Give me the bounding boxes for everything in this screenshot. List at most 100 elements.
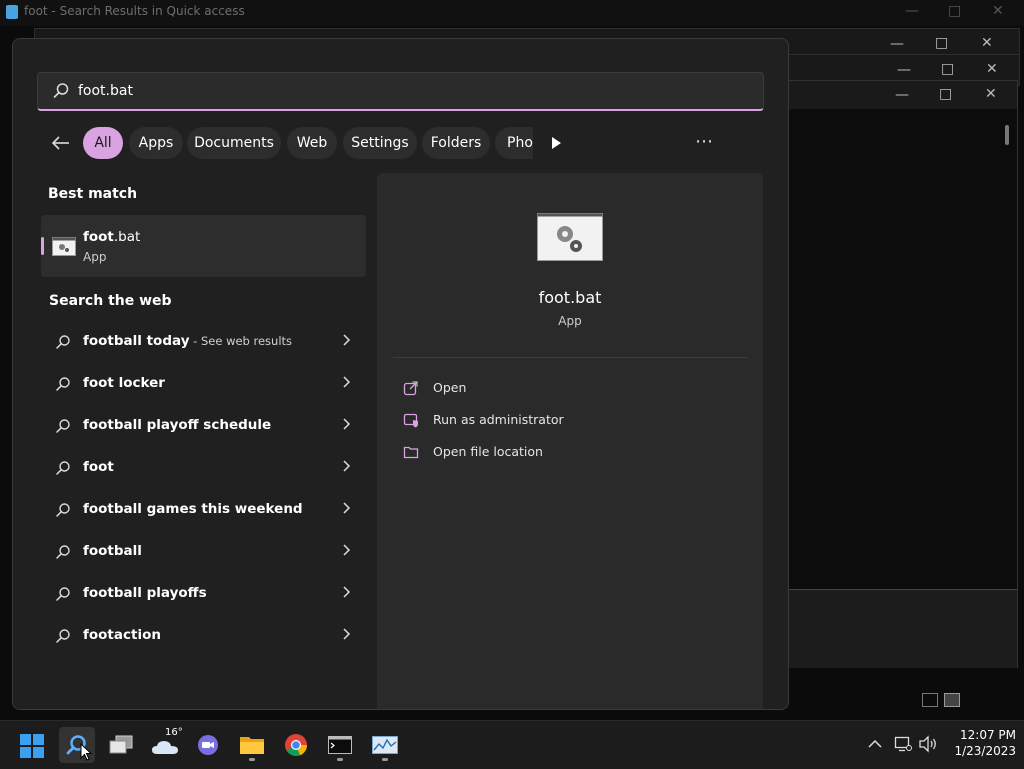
- web-suggestion-label: footaction: [83, 627, 161, 643]
- volume-icon[interactable]: [918, 735, 938, 753]
- terminal-button[interactable]: [322, 727, 358, 763]
- web-suggestion-item[interactable]: football playoffs: [41, 574, 361, 614]
- web-suggestion-item[interactable]: football playoff schedule: [41, 406, 361, 446]
- detail-name: foot.bat: [538, 288, 602, 307]
- minimize-icon[interactable]: —: [895, 88, 909, 102]
- web-suggestion-label: football playoff schedule: [83, 417, 272, 433]
- windows-logo-icon: [20, 734, 44, 758]
- folder-icon: [240, 737, 264, 754]
- search-icon: [56, 629, 70, 643]
- web-suggestion-item[interactable]: football games this weekend: [41, 490, 361, 530]
- resource-monitor-button[interactable]: [367, 727, 403, 763]
- chevron-up-icon[interactable]: [868, 739, 882, 749]
- running-indicator: [337, 758, 343, 761]
- search-icon: [56, 419, 70, 433]
- close-icon[interactable]: ✕: [985, 87, 997, 101]
- search-icon: [56, 587, 70, 601]
- maximize-icon[interactable]: □: [939, 87, 952, 101]
- weather-temp: 16°: [165, 727, 183, 738]
- mouse-cursor-icon: [80, 743, 92, 761]
- open-external-icon: [403, 381, 418, 396]
- search-icon: [56, 545, 70, 559]
- close-icon[interactable]: ✕: [981, 36, 993, 50]
- detail-type: App: [558, 314, 582, 328]
- web-suggestion-label: foot locker: [83, 375, 165, 391]
- back-arrow-icon[interactable]: [51, 135, 71, 151]
- chrome-icon: [285, 734, 308, 757]
- open-action-label: Open: [433, 380, 467, 395]
- search-taskbar-button[interactable]: [59, 727, 95, 763]
- search-icon: [56, 377, 70, 391]
- filter-settings[interactable]: Settings: [343, 127, 417, 159]
- chrome-button[interactable]: [278, 727, 314, 763]
- web-suggestion-label: football games this weekend: [83, 501, 303, 517]
- minimize-icon[interactable]: —: [897, 63, 911, 77]
- batch-file-icon: [52, 237, 76, 256]
- start-button[interactable]: [14, 727, 50, 763]
- chevron-right-icon[interactable]: [341, 458, 351, 474]
- running-indicator: [249, 758, 255, 761]
- maximize-icon[interactable]: □: [935, 36, 948, 50]
- folder-icon: [6, 5, 18, 19]
- web-suggestion-label: football playoffs: [83, 585, 207, 601]
- running-indicator: [382, 758, 388, 761]
- chevron-right-icon[interactable]: [341, 416, 351, 432]
- chevron-right-icon[interactable]: [341, 374, 351, 390]
- terminal-scrollbar[interactable]: [1005, 125, 1009, 145]
- web-suggestion-item[interactable]: footaction: [41, 616, 361, 656]
- minimize-icon[interactable]: —: [890, 37, 904, 51]
- filter-all[interactable]: All: [83, 127, 123, 159]
- chevron-right-icon[interactable]: [341, 332, 351, 348]
- minimize-icon[interactable]: —: [905, 4, 919, 18]
- shield-admin-icon: [403, 413, 418, 428]
- chevron-right-icon[interactable]: [341, 500, 351, 516]
- best-match-type: App: [83, 250, 107, 264]
- clock-date: 1/23/2023: [954, 744, 1016, 758]
- task-view-button[interactable]: [103, 727, 139, 763]
- web-suggestion-label: football: [83, 543, 142, 559]
- background-window-titlebar: foot - Search Results in Quick access — …: [0, 0, 1024, 26]
- task-view-icon: [109, 735, 133, 754]
- web-suggestion-item[interactable]: foot: [41, 448, 361, 488]
- file-explorer-button[interactable]: [234, 727, 270, 763]
- search-icon: [56, 461, 70, 475]
- web-suggestion-label: foot: [83, 459, 114, 475]
- filter-apps[interactable]: Apps: [129, 127, 183, 159]
- detail-divider: [393, 357, 747, 358]
- filter-folders[interactable]: Folders: [422, 127, 490, 159]
- close-icon[interactable]: ✕: [986, 62, 998, 76]
- maximize-icon[interactable]: □: [948, 4, 961, 18]
- background-window-title: foot - Search Results in Quick access: [24, 4, 245, 18]
- tiles-view-icon[interactable]: [944, 693, 960, 707]
- web-suggestion-label: football today - See web results: [83, 333, 293, 349]
- filter-documents[interactable]: Documents: [187, 127, 281, 159]
- chevron-right-icon[interactable]: [341, 626, 351, 642]
- play-arrow-icon[interactable]: [550, 136, 562, 150]
- web-suggestion-item[interactable]: foot locker: [41, 364, 361, 404]
- weather-widget[interactable]: 16°: [147, 727, 183, 763]
- background-terminal-window: — □ ✕: [788, 80, 1018, 668]
- taskbar: 16° 12:07 PM 1/23/2023: [0, 720, 1024, 769]
- performance-monitor-icon: [372, 736, 398, 754]
- chevron-right-icon[interactable]: [341, 542, 351, 558]
- best-match-item[interactable]: foot.bat App: [41, 215, 366, 277]
- search-icon: [56, 335, 70, 349]
- web-suggestion-item[interactable]: football: [41, 532, 361, 572]
- video-chat-icon: [198, 735, 218, 755]
- best-match-name: foot.bat: [83, 229, 141, 245]
- more-options-icon[interactable]: ⋯: [695, 131, 714, 152]
- details-view-icon[interactable]: [922, 693, 938, 707]
- filter-photos[interactable]: Photos: [495, 127, 533, 159]
- chevron-right-icon[interactable]: [341, 584, 351, 600]
- selection-indicator: [41, 237, 44, 255]
- clock[interactable]: 12:07 PM 1/23/2023: [944, 728, 1016, 758]
- search-box[interactable]: [37, 72, 764, 111]
- chat-button[interactable]: [190, 727, 226, 763]
- search-input[interactable]: [78, 73, 748, 109]
- close-icon[interactable]: ✕: [992, 4, 1004, 18]
- network-icon[interactable]: [894, 735, 912, 753]
- command-prompt-icon: [328, 736, 352, 754]
- web-suggestion-item[interactable]: football today - See web results: [41, 322, 361, 362]
- filter-web[interactable]: Web: [287, 127, 337, 159]
- maximize-icon[interactable]: □: [941, 62, 954, 76]
